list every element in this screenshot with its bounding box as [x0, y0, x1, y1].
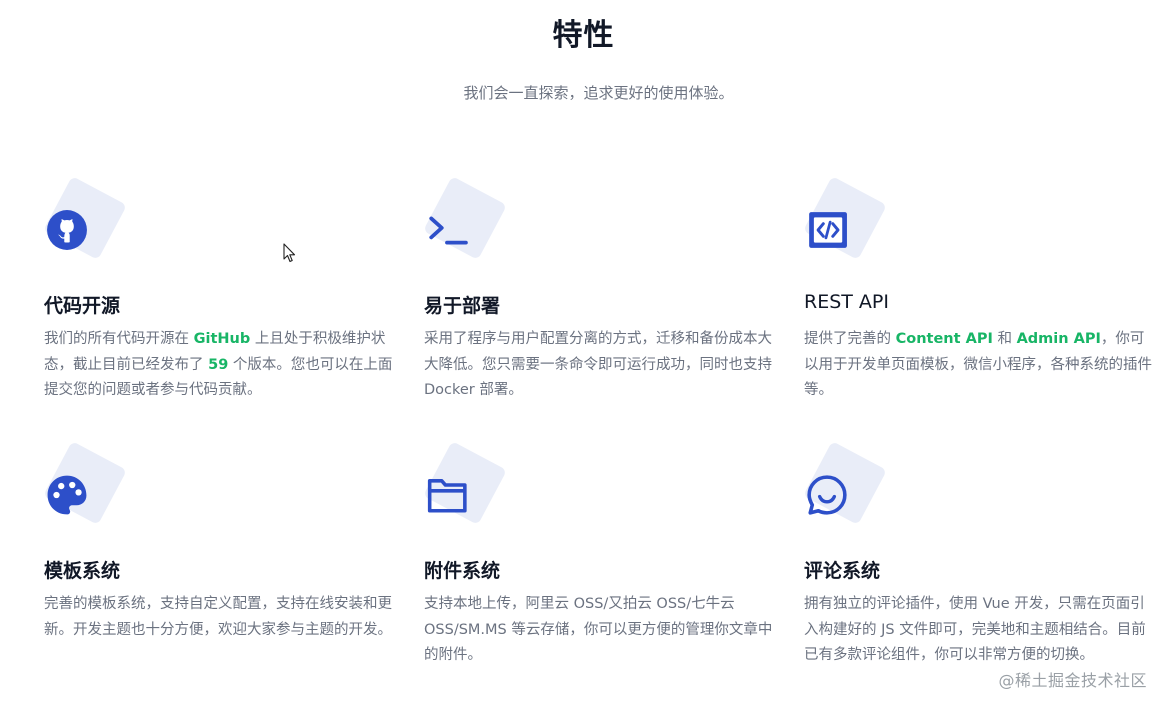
feature-icon-wrap — [43, 176, 127, 267]
feature-title: REST API — [804, 291, 889, 313]
chat-icon — [807, 475, 847, 515]
github-icon — [47, 210, 87, 250]
feature-desc: 提供了完善的 Content API 和 Admin API，你可以用于开发单页… — [804, 327, 1158, 404]
watermark: @稀土掘金技术社区 — [998, 671, 1147, 690]
feature-desc: 支持本地上传，阿里云 OSS/又拍云 OSS/七牛云 OSS/SM.MS 等云存… — [424, 596, 773, 663]
github-highlight: GitHub — [193, 331, 251, 347]
feature-title: 代码开源 — [44, 295, 121, 317]
feature-desc: 采用了程序与用户配置分离的方式，迁移和备份成本大大降低。您只需要一条命令即可运行… — [424, 331, 772, 398]
folder-icon — [427, 479, 467, 513]
palette-icon — [47, 475, 87, 515]
feature-icon-wrap — [423, 176, 507, 267]
feature-desc: 我们的所有代码开源在 GitHub 上且处于积极维护状态，截止目前已经发布了 5… — [44, 327, 398, 404]
feature-icon-wrap — [43, 441, 127, 532]
feature-title: 附件系统 — [424, 560, 501, 582]
feature-title: 评论系统 — [804, 560, 881, 582]
page-subtitle: 我们会一直探索，追求更好的使用体验。 — [463, 84, 734, 102]
page-title: 特性 — [552, 18, 615, 53]
feature-desc: 拥有独立的评论插件，使用 Vue 开发，只需在页面引入构建好的 JS 文件即可，… — [804, 596, 1146, 663]
feature-title: 模板系统 — [44, 560, 121, 582]
admin-api-highlight: Admin API — [1016, 331, 1101, 347]
version-count-highlight: 59 — [208, 356, 229, 373]
feature-icon-wrap — [803, 176, 887, 267]
terminal-icon — [429, 216, 468, 245]
feature-title: 易于部署 — [424, 295, 501, 317]
mouse-cursor-icon — [283, 243, 296, 263]
desc-text: 我们的所有代码开源在 — [44, 331, 194, 347]
feature-desc: 完善的模板系统，支持自定义配置，支持在线安装和更新。开发主题也十分方便，欢迎大家… — [44, 596, 392, 638]
feature-icon-wrap — [423, 441, 507, 532]
desc-text: 提供了完善的 — [804, 331, 896, 347]
code-icon — [809, 212, 847, 248]
content-api-highlight: Content API — [895, 331, 993, 347]
desc-text: 和 — [992, 331, 1017, 347]
feature-icon-wrap — [803, 441, 887, 532]
